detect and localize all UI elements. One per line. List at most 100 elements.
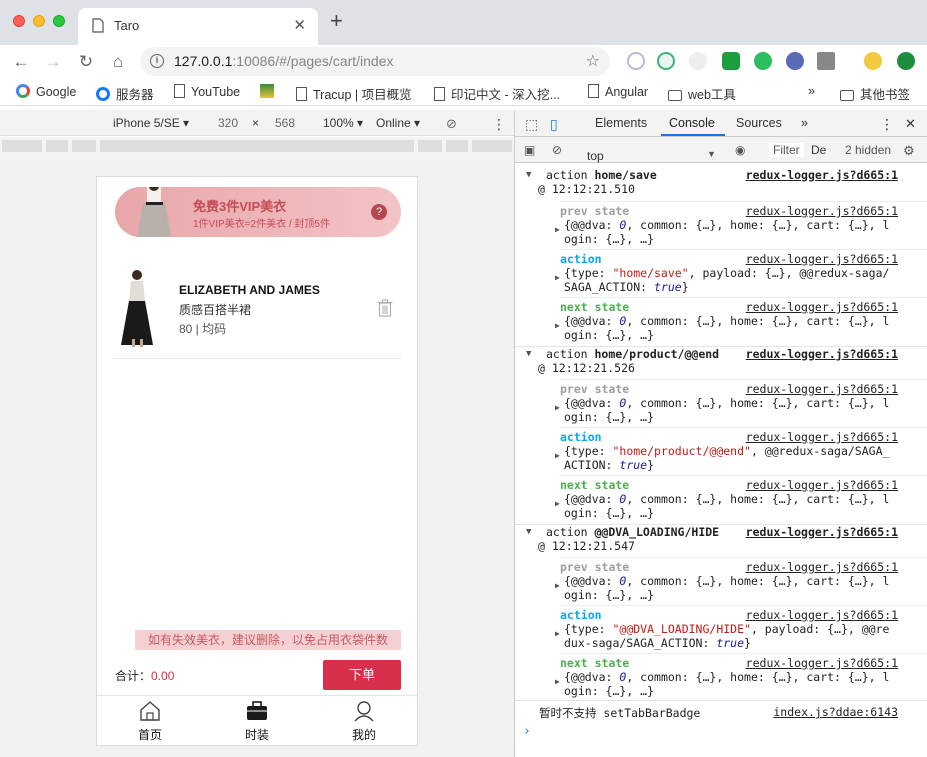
help-icon[interactable]: ? <box>371 204 387 220</box>
close-tab-icon[interactable]: ✕ <box>293 16 306 34</box>
evernote-icon[interactable] <box>754 52 772 70</box>
log-entry-next-state[interactable]: next state redux-logger.js?d665:1 ▶ {@@d… <box>555 653 927 699</box>
home-button[interactable]: ⌂ <box>107 51 129 73</box>
cart-item[interactable]: ELIZABETH AND JAMES 质感百搭半裙 80 | 均码 <box>113 263 401 359</box>
source-link[interactable]: redux-logger.js?d665:1 <box>746 204 898 218</box>
bookmark-folder-webtools[interactable]: web工具 <box>668 84 736 103</box>
expand-triangle-icon[interactable]: ▶ <box>555 403 560 412</box>
collapse-triangle-icon[interactable]: ▼ <box>526 349 531 359</box>
reload-button[interactable]: ↻ <box>75 51 97 73</box>
clear-console-icon[interactable]: ⊘ <box>552 143 562 157</box>
bookmark-flag[interactable] <box>260 84 280 99</box>
expand-triangle-icon[interactable]: ▶ <box>555 451 560 460</box>
close-window-button[interactable] <box>13 15 25 27</box>
source-link[interactable]: redux-logger.js?d665:1 <box>746 525 898 539</box>
source-link[interactable]: redux-logger.js?d665:1 <box>746 560 898 574</box>
log-entry-prev-state[interactable]: prev state redux-logger.js?d665:1 ▶ {@@d… <box>555 201 927 249</box>
device-height-input[interactable]: 568 <box>275 116 295 130</box>
forward-button[interactable]: → <box>42 51 64 73</box>
extension-icon-1[interactable] <box>627 52 645 70</box>
log-group-header[interactable]: ▼ action @@DVA_LOADING/HIDE @ 12:12:21.5… <box>515 524 927 556</box>
log-entry-action[interactable]: action redux-logger.js?d665:1 ▶ {type: "… <box>555 427 927 475</box>
expand-triangle-icon[interactable]: ▶ <box>555 273 560 282</box>
collapse-triangle-icon[interactable]: ▼ <box>526 527 531 537</box>
levels-select[interactable]: De <box>811 143 826 157</box>
address-bar[interactable]: i 127.0.0.1:10086/#/pages/cart/index ☆ <box>140 47 610 76</box>
log-entry-prev-state[interactable]: prev state redux-logger.js?d665:1 ▶ {@@d… <box>555 379 927 427</box>
source-link[interactable]: redux-logger.js?d665:1 <box>746 656 898 670</box>
extension-icon-6[interactable] <box>786 52 804 70</box>
extension-icon-3[interactable] <box>689 52 707 70</box>
zoom-select[interactable]: 100% ▾ <box>323 116 363 130</box>
filter-input[interactable]: Filter <box>769 143 804 157</box>
shield-extension-icon[interactable] <box>722 52 740 70</box>
bookmark-server[interactable]: 服务器 <box>96 84 154 103</box>
bookmark-star-icon[interactable]: ☆ <box>586 51 600 71</box>
vue-devtools-icon[interactable] <box>817 52 835 70</box>
device-select[interactable]: iPhone 5/SE ▾ <box>113 116 189 130</box>
more-options-icon[interactable]: ⋮ <box>492 116 506 133</box>
extension-icon-2[interactable] <box>657 52 675 70</box>
more-tabs-button[interactable]: » <box>801 116 808 130</box>
place-order-button[interactable]: 下单 <box>323 660 401 690</box>
vip-banner[interactable]: 免费3件VIP美衣 1件VIP美衣=2件美衣 / 封顶5件 ? <box>115 187 401 237</box>
log-entry-action[interactable]: action redux-logger.js?d665:1 ▶ {type: "… <box>555 605 927 653</box>
bookmark-docschina[interactable]: 印记中文 - 深入挖... <box>434 84 560 103</box>
expand-triangle-icon[interactable]: ▶ <box>555 629 560 638</box>
log-entry-prev-state[interactable]: prev state redux-logger.js?d665:1 ▶ {@@d… <box>555 557 927 605</box>
source-link[interactable]: redux-logger.js?d665:1 <box>746 252 898 266</box>
console-prompt[interactable]: › <box>523 724 531 739</box>
expand-triangle-icon[interactable]: ▶ <box>555 499 560 508</box>
browser-tab[interactable]: Taro ✕ <box>78 8 318 45</box>
bookmark-youtube[interactable]: YouTube <box>174 84 240 99</box>
tab-mine[interactable]: 我的 <box>334 700 394 743</box>
expand-triangle-icon[interactable]: ▶ <box>555 225 560 234</box>
source-link[interactable]: redux-logger.js?d665:1 <box>746 347 898 361</box>
expand-triangle-icon[interactable]: ▶ <box>555 321 560 330</box>
device-toggle-icon[interactable]: ▯ <box>550 116 558 133</box>
bookmark-angular[interactable]: Angular <box>588 84 648 99</box>
inspect-element-icon[interactable]: ⬚ <box>525 116 538 133</box>
update-icon[interactable] <box>897 52 915 70</box>
info-icon[interactable]: i <box>150 54 164 68</box>
expand-triangle-icon[interactable]: ▶ <box>555 581 560 590</box>
sidebar-toggle-icon[interactable]: ▣ <box>524 143 535 157</box>
source-link[interactable]: index.js?ddae:6143 <box>773 705 898 719</box>
network-select[interactable]: Online ▾ <box>376 116 420 130</box>
source-link[interactable]: redux-logger.js?d665:1 <box>746 168 898 182</box>
new-tab-button[interactable]: + <box>330 10 343 32</box>
tab-console[interactable]: Console <box>669 116 715 130</box>
rotate-icon[interactable]: ⊘ <box>446 116 457 132</box>
wardrobe-icon <box>247 701 267 720</box>
source-link[interactable]: redux-logger.js?d665:1 <box>746 478 898 492</box>
avatar[interactable] <box>864 52 882 70</box>
source-link[interactable]: redux-logger.js?d665:1 <box>746 300 898 314</box>
source-link[interactable]: redux-logger.js?d665:1 <box>746 608 898 622</box>
tab-home[interactable]: 首页 <box>120 700 180 743</box>
log-entry-next-state[interactable]: next state redux-logger.js?d665:1 ▶ {@@d… <box>555 297 927 345</box>
devtools-menu-icon[interactable]: ⋮ <box>880 116 894 133</box>
tab-sources[interactable]: Sources <box>736 116 782 130</box>
tab-elements[interactable]: Elements <box>595 116 647 130</box>
maximize-window-button[interactable] <box>53 15 65 27</box>
expand-triangle-icon[interactable]: ▶ <box>555 677 560 686</box>
back-button[interactable]: ← <box>10 51 32 73</box>
tab-fashion[interactable]: 时装 <box>227 700 287 743</box>
collapse-triangle-icon[interactable]: ▼ <box>526 170 531 180</box>
eye-icon[interactable]: ◉ <box>735 143 745 157</box>
bookmark-folder-other[interactable]: 其他书签 <box>840 84 910 103</box>
console-settings-icon[interactable]: ⚙ <box>903 143 915 159</box>
device-width-input[interactable]: 320 <box>218 116 238 130</box>
source-link[interactable]: redux-logger.js?d665:1 <box>746 430 898 444</box>
bookmark-tracup[interactable]: Tracup | 项目概览 <box>296 84 412 103</box>
source-link[interactable]: redux-logger.js?d665:1 <box>746 382 898 396</box>
close-devtools-icon[interactable]: ✕ <box>905 116 916 132</box>
minimize-window-button[interactable] <box>33 15 45 27</box>
log-group-header[interactable]: ▼ action home/save @ 12:12:21.510 redux-… <box>515 168 927 200</box>
bookmarks-overflow-button[interactable]: » <box>808 84 815 98</box>
log-entry-next-state[interactable]: next state redux-logger.js?d665:1 ▶ {@@d… <box>555 475 927 523</box>
log-entry-action[interactable]: action redux-logger.js?d665:1 ▶ {type: "… <box>555 249 927 297</box>
bookmark-google[interactable]: Google <box>16 84 76 99</box>
log-group-header[interactable]: ▼ action home/product/@@end @ 12:12:21.5… <box>515 346 927 378</box>
trash-icon[interactable] <box>377 299 393 317</box>
